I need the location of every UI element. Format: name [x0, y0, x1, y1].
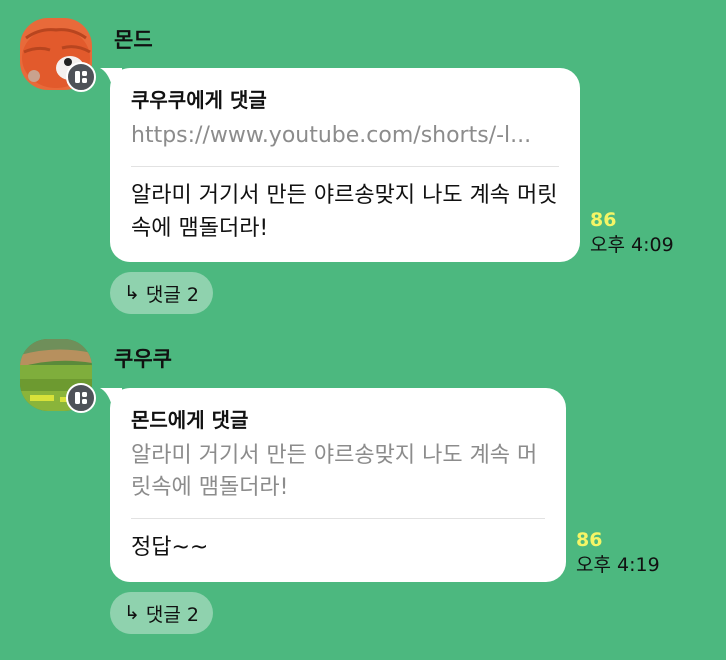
sender-name[interactable]: 쿠우쿠 — [114, 343, 172, 373]
bubble-tail — [100, 388, 122, 406]
thread-replies-label: 댓글 2 — [145, 603, 200, 626]
bubble-tail — [100, 68, 122, 86]
talk-profile-badge-icon — [66, 383, 96, 413]
bubble-divider — [131, 166, 559, 167]
sender-name[interactable]: 몬드 — [114, 24, 153, 54]
message-meta: 86 오후 4:09 — [590, 208, 674, 258]
thread-replies-button[interactable]: ↳ 댓글 2 — [110, 272, 214, 314]
reply-message-bubble[interactable]: 몬드에게 댓글 알라미 거기서 만든 야르송맞지 나도 계속 머릿속에 맴돌더라… — [100, 388, 566, 582]
message-text: 알라미 거기서 만든 야르송맞지 나도 계속 머릿속에 맴돌더라! — [131, 183, 558, 241]
message-time: 오후 4:19 — [576, 554, 660, 576]
quoted-message[interactable]: 알라미 거기서 만든 야르송맞지 나도 계속 머릿속에 맴돌더라! — [131, 440, 545, 504]
unread-count: 86 — [590, 209, 617, 231]
message-text: 정답~~ — [131, 535, 209, 560]
reply-arrow-icon: ↳ — [124, 602, 140, 624]
reply-arrow-icon: ↳ — [124, 282, 140, 304]
reply-message-bubble[interactable]: 쿠우쿠에게 댓글 https://www.youtube.com/shorts/… — [100, 68, 580, 262]
thread-replies-label: 댓글 2 — [145, 283, 200, 306]
thread-replies-button[interactable]: ↳ 댓글 2 — [110, 592, 214, 634]
unread-count: 86 — [576, 529, 603, 551]
message-meta: 86 오후 4:19 — [576, 528, 660, 578]
reply-to-label: 몬드에게 댓글 — [131, 408, 249, 432]
message-time: 오후 4:09 — [590, 234, 674, 256]
talk-profile-badge-icon — [66, 62, 96, 92]
bubble-divider — [131, 518, 545, 519]
quoted-link[interactable]: https://www.youtube.com/shorts/-l... — [131, 120, 559, 152]
reply-to-label: 쿠우쿠에게 댓글 — [131, 88, 267, 112]
